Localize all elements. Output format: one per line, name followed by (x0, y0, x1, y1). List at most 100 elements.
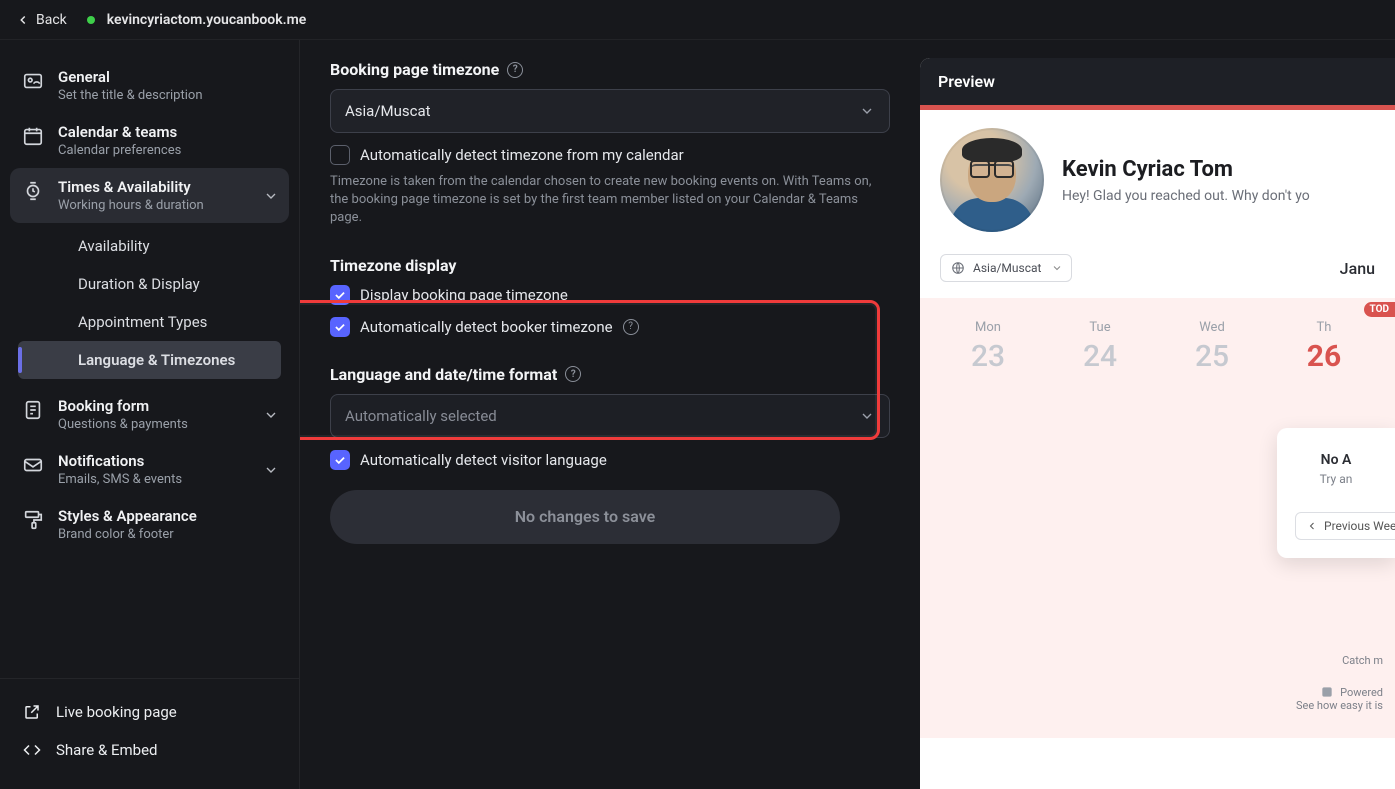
previous-week-label: Previous Weel (1324, 519, 1395, 533)
timezone-value: Asia/Muscat (345, 102, 431, 120)
help-icon[interactable]: ? (565, 366, 581, 382)
sidebar-sub-availability[interactable]: Availability (18, 227, 281, 265)
watch-icon (22, 180, 44, 202)
live-booking-page-link[interactable]: Live booking page (10, 693, 289, 731)
back-label: Back (36, 12, 67, 28)
sidebar-sub-language-timezones[interactable]: Language & Timezones (18, 341, 281, 379)
checkbox-unchecked-icon[interactable] (330, 145, 350, 165)
help-icon[interactable]: ? (623, 319, 639, 335)
display-page-tz-label: Display booking page timezone (360, 286, 568, 304)
sidebar-item-sub: Calendar preferences (58, 143, 181, 158)
today-badge: TOD (1364, 302, 1395, 317)
chevron-down-icon (1051, 262, 1063, 274)
preview-footer: Catch m Powered See how easy it is (1296, 654, 1383, 712)
language-value: Automatically selected (345, 407, 497, 425)
day-column: Mon 23 (932, 310, 1044, 738)
day-weekday: Wed (1156, 320, 1268, 335)
globe-icon (951, 261, 965, 275)
sidebar-item-label: Notifications (58, 452, 182, 470)
previous-week-button[interactable]: Previous Weel (1295, 512, 1395, 540)
auto-detect-booker-label: Automatically detect booker timezone (360, 318, 613, 336)
preview-title: Preview (920, 58, 1395, 105)
mail-icon (22, 454, 44, 476)
form-icon (22, 399, 44, 421)
share-embed-link[interactable]: Share & Embed (10, 731, 289, 769)
save-label: No changes to save (515, 507, 656, 526)
card-subtitle: Try an (1295, 472, 1377, 486)
topbar: Back kevincyriactom.youcanbook.me (0, 0, 1395, 40)
sidebar-sub-appointment-types[interactable]: Appointment Types (18, 303, 281, 341)
checkbox-checked-icon[interactable] (330, 450, 350, 470)
live-booking-label: Live booking page (56, 703, 177, 721)
checkbox-checked-icon[interactable] (330, 285, 350, 305)
preview-footer-powered: Powered (1340, 686, 1383, 699)
language-select[interactable]: Automatically selected (330, 394, 890, 438)
chevron-down-icon (263, 188, 279, 204)
day-column: Wed 25 (1156, 310, 1268, 738)
day-weekday: Mon (932, 320, 1044, 335)
sidebar-item-booking-form[interactable]: Booking form Questions & payments (10, 387, 289, 442)
booking-timezone-block: Booking page timezone ? Asia/Muscat Auto… (330, 60, 890, 228)
chevron-left-icon (16, 13, 30, 27)
sidebar-item-sub: Working hours & duration (58, 198, 204, 213)
preview-month: Janu (1340, 259, 1375, 278)
sidebar-item-sub: Brand color & footer (58, 527, 197, 542)
help-icon[interactable]: ? (507, 62, 523, 78)
chevron-down-icon (859, 408, 875, 424)
auto-detect-booker-row[interactable]: Automatically detect booker timezone ? (330, 317, 890, 337)
auto-detect-visitor-lang-label: Automatically detect visitor language (360, 451, 607, 469)
sidebar: General Set the title & description Cale… (0, 40, 300, 789)
sidebar-item-times-availability[interactable]: Times & Availability Working hours & dur… (10, 168, 289, 223)
sidebar-item-sub: Questions & payments (58, 417, 188, 432)
paint-roller-icon (22, 509, 44, 531)
share-embed-label: Share & Embed (56, 741, 158, 759)
day-weekday: Tue (1044, 320, 1156, 335)
sidebar-item-general[interactable]: General Set the title & description (10, 58, 289, 113)
day-number: 26 (1268, 339, 1380, 374)
preview-footer-easy: See how easy it is (1296, 699, 1383, 712)
sidebar-item-calendar-teams[interactable]: Calendar & teams Calendar preferences (10, 113, 289, 168)
preview-availability-card: No A Try an Previous Weel (1277, 428, 1395, 558)
preview-pane: Preview Kevin Cyriac Tom Hey! Glad you r… (920, 58, 1395, 789)
sidebar-sub-duration[interactable]: Duration & Display (18, 265, 281, 303)
sidebar-item-label: Styles & Appearance (58, 507, 197, 525)
timezone-display-block: Timezone display Display booking page ti… (330, 256, 890, 337)
display-page-tz-row[interactable]: Display booking page timezone (330, 285, 890, 305)
auto-detect-visitor-lang-row[interactable]: Automatically detect visitor language (330, 450, 890, 470)
auto-detect-timezone-label: Automatically detect timezone from my ca… (360, 146, 684, 164)
day-number: 25 (1156, 339, 1268, 374)
code-icon (22, 741, 42, 759)
sidebar-item-label: General (58, 68, 203, 86)
day-number: 23 (932, 339, 1044, 374)
timezone-select[interactable]: Asia/Muscat (330, 89, 890, 133)
preview-greeting: Hey! Glad you reached out. Why don't yo (1062, 188, 1310, 204)
calendar-icon (22, 125, 44, 147)
sidebar-item-sub: Set the title & description (58, 88, 203, 103)
sidebar-item-styles-appearance[interactable]: Styles & Appearance Brand color & footer (10, 497, 289, 552)
sidebar-item-label: Times & Availability (58, 178, 204, 196)
avatar (940, 128, 1044, 232)
timezone-hint: Timezone is taken from the calendar chos… (330, 173, 890, 228)
sidebar-item-notifications[interactable]: Notifications Emails, SMS & events (10, 442, 289, 497)
card-title: No A (1295, 452, 1377, 468)
chevron-down-icon (859, 103, 875, 119)
day-number: 24 (1044, 339, 1156, 374)
back-button[interactable]: Back (16, 12, 67, 28)
preview-name: Kevin Cyriac Tom (1062, 157, 1310, 182)
sidebar-item-label: Calendar & teams (58, 123, 181, 141)
preview-timezone-select[interactable]: Asia/Muscat (940, 254, 1072, 282)
preview-timezone-value: Asia/Muscat (973, 261, 1041, 275)
checkbox-checked-icon[interactable] (330, 317, 350, 337)
logo-icon (1320, 685, 1334, 699)
auto-detect-timezone-row[interactable]: Automatically detect timezone from my ca… (330, 145, 890, 165)
timezone-display-title: Timezone display (330, 256, 456, 275)
language-format-title: Language and date/time format (330, 365, 557, 384)
sidebar-footer: Live booking page Share & Embed (0, 678, 299, 789)
sidebar-subnav: Availability Duration & Display Appointm… (10, 223, 289, 387)
language-format-block: Language and date/time format ? Automati… (330, 365, 890, 470)
chevron-down-icon (263, 407, 279, 423)
chevron-left-icon (1306, 520, 1318, 532)
sidebar-item-label: Booking form (58, 397, 188, 415)
preview-footer-catch: Catch m (1296, 654, 1383, 667)
sidebar-item-sub: Emails, SMS & events (58, 472, 182, 487)
